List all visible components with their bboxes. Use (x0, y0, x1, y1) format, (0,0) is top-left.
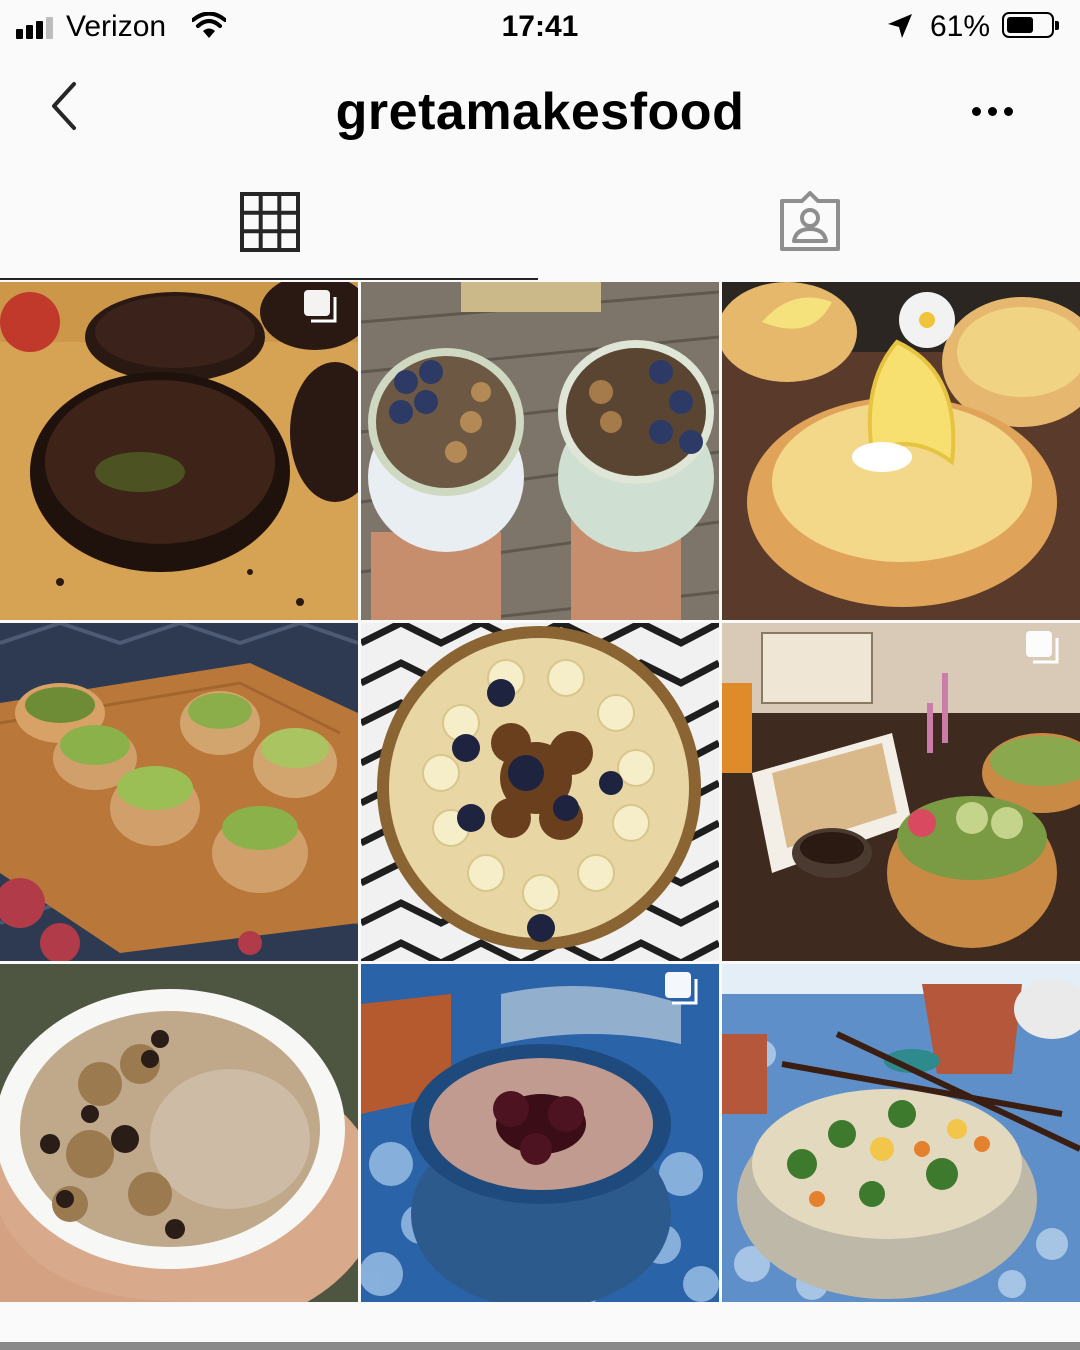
battery-percent: 61% (930, 10, 991, 43)
post-thumbnail-dumpling-dinner[interactable] (722, 623, 1080, 961)
tab-grid[interactable] (0, 166, 540, 278)
post-thumbnail-pudding[interactable] (361, 964, 719, 1302)
active-tab-indicator (0, 278, 538, 280)
post-thumbnail-smoothie-bowls[interactable] (361, 282, 719, 620)
more-options-icon[interactable] (972, 96, 1022, 126)
battery-fill (1007, 17, 1033, 33)
profile-tabs (0, 166, 1080, 280)
clock-time: 17:41 (501, 10, 579, 43)
post-thumbnail-oatmeal[interactable] (0, 964, 358, 1302)
multiple-photos-icon (665, 972, 698, 1005)
tab-tagged[interactable] (540, 166, 1080, 278)
post-thumbnail-banana-smoothie-bowl[interactable] (361, 623, 719, 961)
location-arrow-icon (888, 14, 912, 38)
grid-icon (240, 192, 300, 252)
profile-username: gretamakesfood (335, 83, 745, 141)
post-thumbnail-fried-rice[interactable] (722, 964, 1080, 1302)
post-thumbnail-chocolate-tarts[interactable] (0, 282, 358, 620)
multiple-photos-icon (1026, 631, 1059, 664)
tagged-person-icon (780, 191, 840, 251)
post-thumbnail-avocado-toasts[interactable] (0, 623, 358, 961)
profile-header: gretamakesfood (0, 56, 1080, 166)
multiple-photos-icon (304, 290, 337, 323)
post-thumbnail-lemon-tart[interactable] (722, 282, 1080, 620)
battery-icon (1002, 12, 1059, 38)
status-bar: Verizon 17:41 61% (0, 0, 1080, 56)
next-row-preview (0, 1342, 1080, 1350)
